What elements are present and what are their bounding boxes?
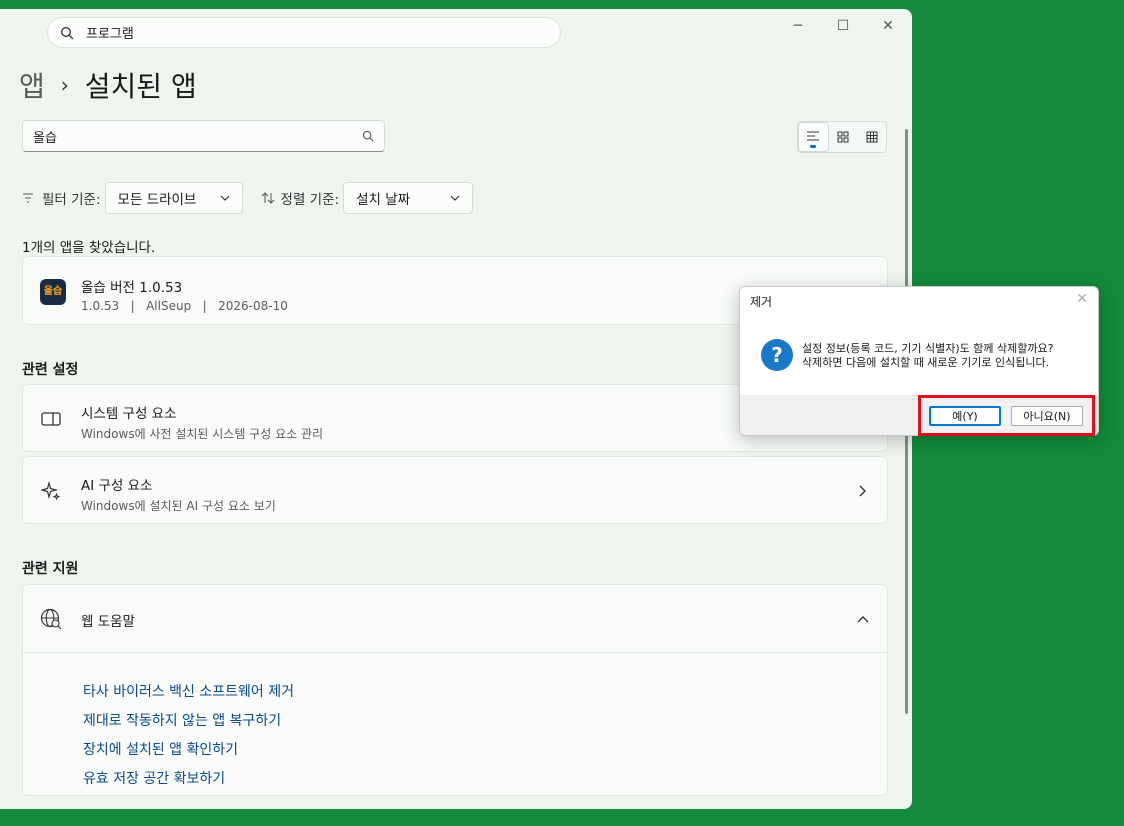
dialog-close-icon[interactable]: ✕	[1076, 291, 1088, 307]
breadcrumb-root[interactable]: 앱	[19, 65, 45, 105]
dialog-message-line1: 설정 정보(등록 코드, 기기 식별자)도 함께 삭제할까요?	[802, 342, 1054, 355]
app-details: 1.0.53 | AllSeup | 2026-08-10	[81, 299, 288, 313]
globe-icon	[40, 608, 62, 630]
sparkle-icon	[41, 481, 61, 501]
help-link[interactable]: 제대로 작동하지 않는 앱 복구하기	[83, 710, 281, 730]
settings-search-value: 프로그램	[86, 27, 134, 42]
list-view-button[interactable]	[798, 122, 829, 152]
list-view-icon	[807, 131, 820, 141]
search-icon	[61, 26, 74, 39]
app-search-input[interactable]: 올습	[22, 120, 385, 152]
settings-search-box[interactable]: 프로그램	[47, 17, 561, 48]
app-logo: 올습	[40, 279, 66, 305]
result-count: 1개의 앱을 찾았습니다.	[22, 240, 156, 256]
help-link[interactable]: 유효 저장 공간 확보하기	[83, 768, 225, 788]
chevron-up-icon	[857, 616, 869, 623]
dialog-message: 설정 정보(등록 코드, 기기 식별자)도 함께 삭제할까요? 삭제하면 다음에…	[802, 342, 1053, 370]
app-search-value: 올습	[33, 130, 57, 146]
grid-view-icon	[866, 131, 878, 143]
setting-title: AI 구성 요소	[81, 478, 153, 494]
highlight-box	[918, 395, 1095, 436]
sort-label: 정렬 기준:	[280, 192, 340, 208]
filter-label: 필터 기준:	[42, 192, 101, 208]
page-title: 설치된 앱	[84, 70, 197, 103]
help-link[interactable]: 장치에 설치된 앱 확인하기	[83, 739, 238, 759]
setting-title: 시스템 구성 요소	[81, 406, 177, 422]
tile-view-icon	[837, 131, 849, 143]
breadcrumb-separator: ›	[60, 73, 69, 97]
help-link[interactable]: 타사 바이러스 백신 소프트웨어 제거	[83, 681, 294, 701]
dialog-title: 제거	[750, 295, 773, 309]
dialog-message-line2: 삭제하면 다음에 설치할 때 새로운 기기로 인식됩니다.	[802, 356, 1050, 369]
app-name: 올습 버전 1.0.53	[81, 280, 183, 296]
minimize-button[interactable]: ─	[788, 17, 808, 35]
ai-components-item[interactable]: AI 구성 요소 Windows에 설치된 AI 구성 요소 보기	[22, 456, 888, 524]
system-component-icon	[41, 412, 61, 426]
maximize-button[interactable]: ☐	[833, 17, 853, 35]
filter-dropdown[interactable]: 모든 드라이브	[104, 182, 243, 214]
filter-row: 필터 기준: 모든 드라이브 정렬 기준: 설치 날짜	[22, 182, 474, 214]
setting-subtitle: Windows에 설치된 AI 구성 요소 보기	[81, 499, 276, 513]
chevron-down-icon	[220, 195, 229, 201]
sort-dropdown-value: 설치 날짜	[356, 192, 411, 208]
filter-dropdown-value: 모든 드라이브	[117, 192, 197, 208]
related-support-heading: 관련 지원	[22, 561, 79, 577]
filter-icon	[23, 193, 33, 203]
view-mode-toggle	[797, 121, 887, 153]
tile-view-button[interactable]	[829, 122, 858, 152]
related-settings-heading: 관련 설정	[22, 362, 79, 378]
chevron-right-icon	[859, 485, 866, 497]
close-button[interactable]: ✕	[878, 17, 898, 35]
breadcrumb: 앱 › 설치된 앱	[19, 65, 197, 105]
web-help-header[interactable]: 웹 도움말	[23, 585, 887, 653]
chevron-down-icon	[450, 195, 460, 201]
web-help-card: 웹 도움말 타사 바이러스 백신 소프트웨어 제거 제대로 작동하지 않는 앱 …	[22, 584, 888, 796]
setting-subtitle: Windows에 사전 설치된 시스템 구성 요소 관리	[81, 427, 324, 441]
grid-view-button[interactable]	[857, 122, 886, 152]
search-icon	[362, 130, 374, 142]
web-help-title: 웹 도움말	[81, 614, 135, 630]
sort-dropdown[interactable]: 설치 날짜	[343, 182, 474, 214]
question-icon: ?	[761, 339, 793, 371]
sort-icon	[261, 192, 274, 204]
